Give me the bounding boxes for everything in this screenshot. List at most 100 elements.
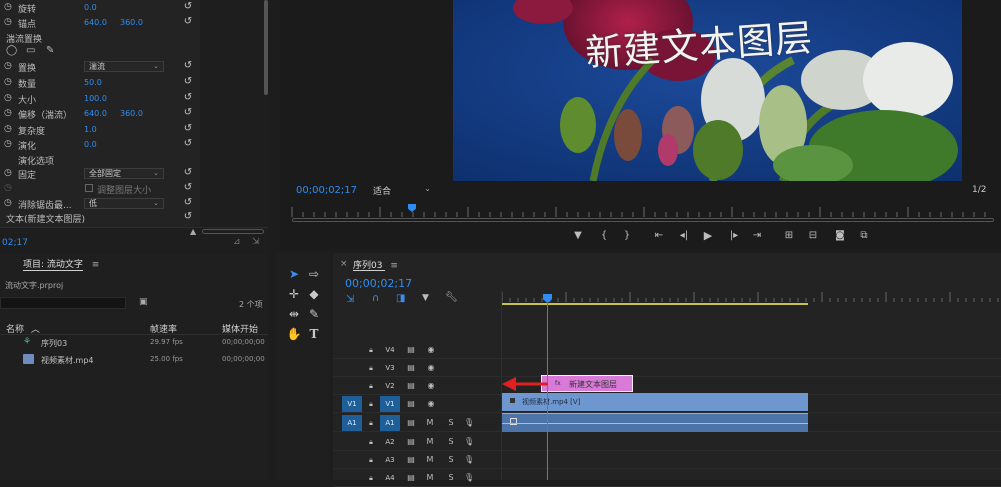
project-tab[interactable]: 项目: 流动文字 ≡: [23, 257, 99, 270]
track-name[interactable]: A2: [380, 434, 400, 450]
reset-icon[interactable]: ↺: [182, 2, 194, 12]
folder-icon[interactable]: ▣: [139, 297, 148, 307]
project-search-input[interactable]: [0, 297, 126, 309]
stopwatch-icon[interactable]: ◷: [4, 183, 12, 193]
ripple-edit-icon[interactable]: ✛: [286, 286, 302, 302]
track-name[interactable]: A3: [380, 452, 400, 468]
effect-filter-icon[interactable]: ⊿: [233, 237, 241, 247]
track-select-icon[interactable]: ⇨: [306, 266, 322, 282]
lock-icon[interactable]: 🔒︎: [366, 363, 376, 373]
microphone-icon[interactable]: 🎙︎: [464, 455, 474, 465]
reset-icon[interactable]: ↺: [182, 198, 194, 208]
sync-lock-icon[interactable]: ▤: [406, 345, 416, 355]
effect-value[interactable]: 0.0: [84, 140, 97, 149]
program-video-frame[interactable]: 新建文本图层: [453, 0, 962, 181]
effect-up-icon[interactable]: ▲: [190, 227, 196, 236]
reset-icon[interactable]: ↺: [182, 17, 194, 27]
insert-icon[interactable]: ⊞: [782, 230, 796, 242]
lock-icon[interactable]: 🔒︎: [366, 345, 376, 355]
stopwatch-icon[interactable]: ◷: [4, 93, 12, 103]
text-clip[interactable]: fx 新建文本图层: [541, 375, 633, 392]
effect-value[interactable]: 360.0: [120, 109, 143, 118]
reset-icon[interactable]: ↺: [182, 139, 194, 149]
eye-icon[interactable]: ◉: [425, 381, 437, 391]
snap-icon[interactable]: ∩: [372, 293, 379, 304]
eye-icon[interactable]: ◉: [425, 399, 437, 409]
rect-mask-icon[interactable]: ▭: [26, 45, 35, 56]
timeline-timecode[interactable]: 00;00;02;17: [345, 277, 412, 290]
timeline-close-icon[interactable]: ×: [340, 259, 348, 269]
stopwatch-icon[interactable]: ◷: [4, 198, 12, 208]
track-name[interactable]: A1: [380, 415, 400, 431]
pen-mask-icon[interactable]: ✎: [46, 45, 54, 56]
microphone-icon[interactable]: 🎙︎: [464, 473, 474, 483]
razor-icon[interactable]: ◆: [306, 286, 322, 302]
effect-value[interactable]: 100.0: [84, 94, 107, 103]
step-back-icon[interactable]: ◂|: [677, 230, 691, 242]
effect-value[interactable]: 0.0: [84, 3, 97, 12]
microphone-icon[interactable]: 🎙︎: [464, 418, 474, 428]
solo-button[interactable]: S: [446, 455, 456, 465]
export-frame-icon[interactable]: ◙: [833, 230, 847, 242]
marker-icon[interactable]: ▼: [571, 230, 585, 242]
sync-lock-icon[interactable]: ▤: [406, 363, 416, 373]
effect-scrollbar[interactable]: [264, 0, 268, 95]
stopwatch-icon[interactable]: ◷: [4, 124, 12, 134]
list-item[interactable]: 视频素材.mp4 25.00 fps 00;00;00;00: [0, 352, 268, 368]
resolution-value[interactable]: 1/2: [972, 185, 986, 195]
effect-value[interactable]: 1.0: [84, 125, 97, 134]
effect-dropdown[interactable]: 湍流 ⌄: [84, 61, 164, 72]
mute-button[interactable]: M: [425, 437, 435, 447]
program-timecode[interactable]: 00;00;02;17: [296, 185, 357, 196]
solo-button[interactable]: S: [446, 418, 456, 428]
track-name[interactable]: A4: [380, 470, 400, 486]
wrench-icon[interactable]: 🔧︎: [445, 292, 458, 303]
microphone-icon[interactable]: 🎙︎: [464, 437, 474, 447]
sync-lock-icon[interactable]: ▤: [406, 455, 416, 465]
reset-icon[interactable]: ↺: [182, 77, 194, 87]
effect-dropdown[interactable]: 全部固定 ⌄: [84, 168, 164, 179]
step-forward-icon[interactable]: |▸: [727, 230, 741, 242]
effect-value[interactable]: 360.0: [120, 18, 143, 27]
source-patch[interactable]: V1: [342, 396, 362, 412]
reset-icon[interactable]: ↺: [182, 124, 194, 134]
goto-in-icon[interactable]: ⇤: [652, 230, 666, 242]
track-name[interactable]: V1: [380, 396, 400, 412]
sync-lock-icon[interactable]: ▤: [406, 437, 416, 447]
stopwatch-icon[interactable]: ◷: [4, 2, 12, 12]
source-patch[interactable]: A1: [342, 415, 362, 431]
effect-value[interactable]: 640.0: [84, 109, 107, 118]
lock-icon[interactable]: 🔒︎: [366, 399, 376, 409]
mute-button[interactable]: M: [425, 455, 435, 465]
stopwatch-icon[interactable]: ◷: [4, 139, 12, 149]
program-zoom-bar[interactable]: [292, 218, 994, 222]
sync-lock-icon[interactable]: ▤: [406, 418, 416, 428]
sync-lock-icon[interactable]: ▤: [406, 473, 416, 483]
comparison-icon[interactable]: ⧉: [857, 230, 871, 242]
selection-tool-icon[interactable]: ➤: [286, 266, 302, 282]
hand-icon[interactable]: ✋: [286, 326, 302, 342]
stopwatch-icon[interactable]: ◷: [4, 61, 12, 71]
track-name[interactable]: V2: [380, 378, 400, 394]
mark-out-icon[interactable]: }: [620, 230, 634, 242]
resize-layer-checkbox[interactable]: [85, 184, 93, 192]
add-marker-icon[interactable]: ▼: [422, 293, 429, 303]
ellipse-mask-icon[interactable]: ◯: [6, 45, 17, 56]
effect-value[interactable]: 50.0: [84, 78, 102, 87]
stopwatch-icon[interactable]: ◷: [4, 168, 12, 178]
eye-icon[interactable]: ◉: [425, 363, 437, 373]
effect-value[interactable]: 640.0: [84, 18, 107, 27]
lock-icon[interactable]: 🔒︎: [366, 381, 376, 391]
slip-icon[interactable]: ⇹: [286, 306, 302, 322]
reset-icon[interactable]: ↺: [182, 183, 194, 193]
track-name[interactable]: V3: [380, 360, 400, 376]
solo-button[interactable]: S: [446, 437, 456, 447]
reset-icon[interactable]: ↺: [182, 93, 194, 103]
lock-icon[interactable]: 🔒︎: [366, 418, 376, 428]
stopwatch-icon[interactable]: ◷: [4, 17, 12, 27]
solo-button[interactable]: S: [446, 473, 456, 483]
pen-icon[interactable]: ✎: [306, 306, 322, 322]
fit-dropdown[interactable]: 适合 ⌄: [373, 184, 431, 197]
effect-dropdown[interactable]: 低 ⌄: [84, 198, 164, 209]
type-tool-icon[interactable]: T: [306, 326, 322, 342]
